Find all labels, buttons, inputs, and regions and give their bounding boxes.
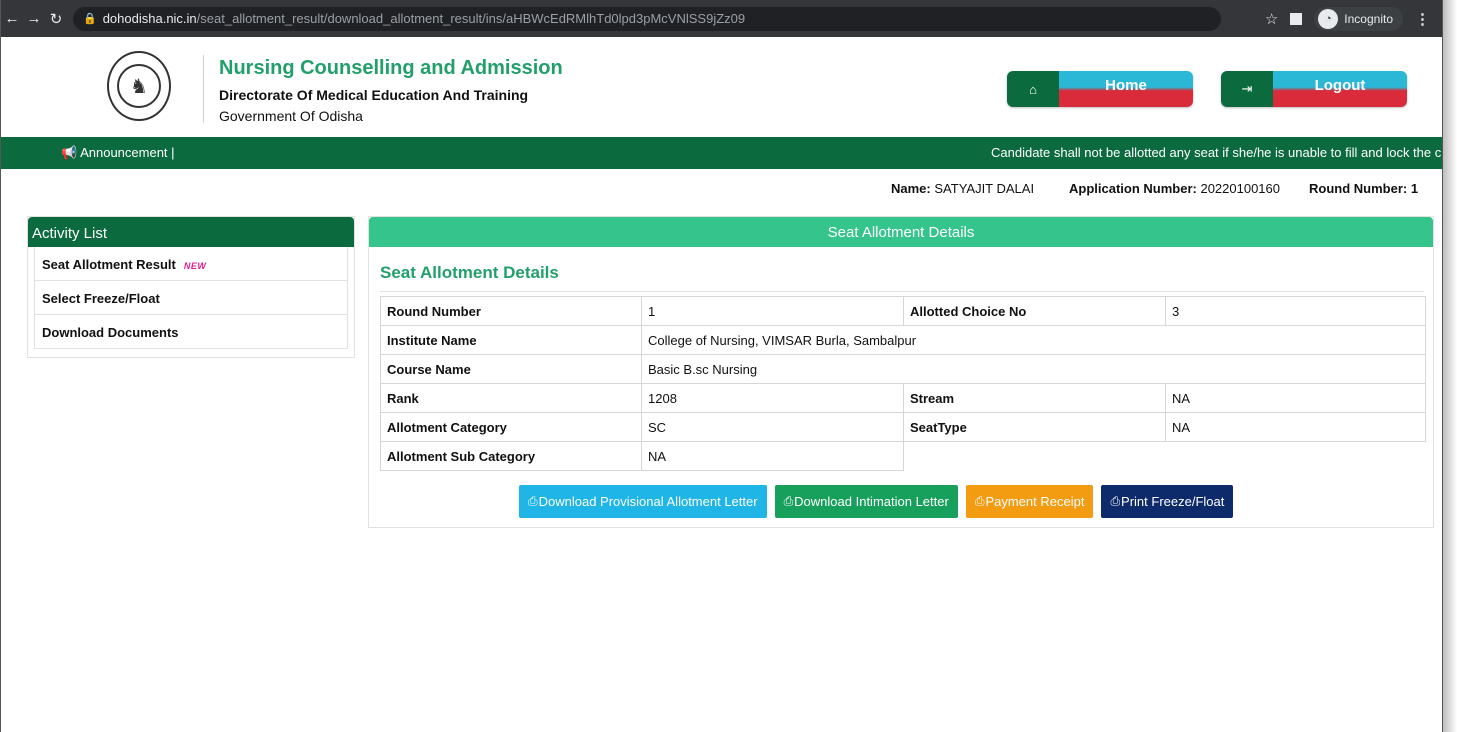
allotment-details-table: Round Number 1 Allotted Choice No 3 Inst…: [380, 296, 1426, 471]
bookmark-star-icon[interactable]: ☆: [1265, 10, 1278, 28]
user-info-bar: Name: SATYAJIT DALAI Application Number:…: [1, 169, 1442, 203]
seat-allotment-panel: Seat Allotment Details Seat Allotment De…: [368, 216, 1434, 528]
print-icon: ⎙: [783, 494, 794, 508]
category-value: SC: [641, 412, 904, 442]
home-button[interactable]: ⌂ Home: [1007, 71, 1193, 107]
institute-value: College of Nursing, VIMSAR Burla, Sambal…: [641, 325, 1426, 355]
empty-cell: [904, 442, 1166, 471]
action-buttons: ⎙ Download Provisional Allotment Letter ⎙…: [519, 485, 1234, 518]
panel-divider: [380, 291, 1424, 292]
url-host: dohodisha.nic.in: [102, 11, 197, 26]
download-intimation-letter-button[interactable]: ⎙ Download Intimation Letter: [774, 485, 958, 518]
category-label: Allotment Category: [380, 412, 642, 442]
stream-label: Stream: [903, 383, 1166, 413]
logout-label: Logout: [1273, 71, 1407, 107]
header-divider: [203, 55, 204, 123]
seat-type-label: SeatType: [903, 412, 1166, 442]
megaphone-icon: 📢: [61, 145, 78, 160]
download-provisional-letter-button[interactable]: ⎙ Download Provisional Allotment Letter: [519, 485, 767, 518]
rank-value: 1208: [641, 383, 904, 413]
browser-window: ← → ↻ 🔒 dohodisha.nic.in /seat_allotment…: [0, 0, 1443, 732]
course-label: Course Name: [380, 354, 642, 384]
odisha-emblem-logo: ♞: [107, 51, 171, 121]
announcement-label: 📢 Announcement |: [61, 145, 175, 160]
url-path: /seat_allotment_result/download_allotmen…: [196, 11, 746, 26]
round-number-value: 1: [641, 296, 904, 326]
round-number: Round Number: 1: [1309, 181, 1419, 196]
table-row: Institute Name College of Nursing, VIMSA…: [380, 325, 1426, 355]
announcement-bar: 📢 Announcement | Candidate shall not be …: [1, 137, 1442, 169]
home-label: Home: [1059, 71, 1193, 107]
sidebar-item-select-freeze-float[interactable]: Select Freeze/Float: [34, 281, 348, 315]
window-shadow: [1443, 0, 1457, 732]
panel-header: Seat Allotment Details: [369, 217, 1433, 247]
sub-category-label: Allotment Sub Category: [380, 441, 642, 471]
new-badge: NEW: [183, 261, 207, 271]
allotted-choice-value: 3: [1165, 296, 1426, 326]
print-freeze-float-button[interactable]: ⎙ Print Freeze/Float: [1101, 485, 1234, 518]
side-panel-icon[interactable]: [1290, 12, 1303, 25]
sidebar-item-seat-allotment-result[interactable]: Seat Allotment Result NEW: [34, 247, 348, 281]
course-value: Basic B.sc Nursing: [641, 354, 1426, 384]
round-number-label: Round Number: [380, 296, 642, 326]
browser-menu-icon[interactable]: ⋮: [1415, 10, 1430, 28]
forward-icon[interactable]: →: [23, 10, 45, 27]
application-number: Application Number: 20220100160: [1069, 181, 1280, 196]
activity-list-title: Activity List: [28, 217, 354, 247]
site-title: Nursing Counselling and Admission: [219, 57, 563, 79]
site-header: ♞ Nursing Counselling and Admission Dire…: [1, 37, 1442, 137]
home-icon: ⌂: [1007, 71, 1059, 107]
browser-toolbar: ← → ↻ 🔒 dohodisha.nic.in /seat_allotment…: [1, 0, 1442, 37]
print-icon: ⎙: [528, 494, 538, 508]
site-subtitle: Directorate Of Medical Education And Tra…: [219, 87, 529, 103]
table-row: Course Name Basic B.sc Nursing: [380, 354, 1426, 384]
sidebar-item-download-documents[interactable]: Download Documents: [34, 315, 348, 349]
print-icon: ⎙: [974, 494, 985, 508]
user-name: Name: SATYAJIT DALAI: [891, 181, 1035, 196]
incognito-icon: ◔: [1318, 8, 1339, 29]
incognito-badge[interactable]: ◔ Incognito: [1314, 6, 1403, 31]
rank-label: Rank: [380, 383, 642, 413]
sign-out-icon: ⇥: [1221, 71, 1273, 107]
incognito-label: Incognito: [1344, 11, 1393, 26]
table-row: Rank 1208 Stream NA: [380, 383, 1426, 413]
address-bar[interactable]: 🔒 dohodisha.nic.in /seat_allotment_resul…: [73, 6, 1221, 31]
table-row: Allotment Category SC SeatType NA: [380, 412, 1426, 442]
reload-icon[interactable]: ↻: [45, 10, 67, 28]
site-subtitle-2: Government Of Odisha: [219, 108, 363, 124]
activity-list: Activity List Seat Allotment Result NEW S…: [27, 216, 355, 358]
stream-value: NA: [1165, 383, 1426, 413]
logout-button[interactable]: ⇥ Logout: [1221, 71, 1407, 107]
table-row: Allotment Sub Category NA: [380, 441, 1426, 471]
back-icon[interactable]: ←: [1, 10, 23, 27]
institute-label: Institute Name: [380, 325, 642, 355]
empty-cell: [1166, 442, 1426, 471]
announcement-marquee: Candidate shall not be allotted any seat…: [991, 145, 1442, 160]
lock-icon: 🔒: [83, 13, 97, 25]
table-row: Round Number 1 Allotted Choice No 3: [380, 296, 1426, 326]
allotted-choice-label: Allotted Choice No: [903, 296, 1166, 326]
panel-title: Seat Allotment Details: [380, 263, 559, 282]
payment-receipt-button[interactable]: ⎙ Payment Receipt: [965, 485, 1094, 518]
print-icon: ⎙: [1110, 494, 1121, 508]
sub-category-value: NA: [641, 441, 904, 471]
seat-type-value: NA: [1165, 412, 1426, 442]
